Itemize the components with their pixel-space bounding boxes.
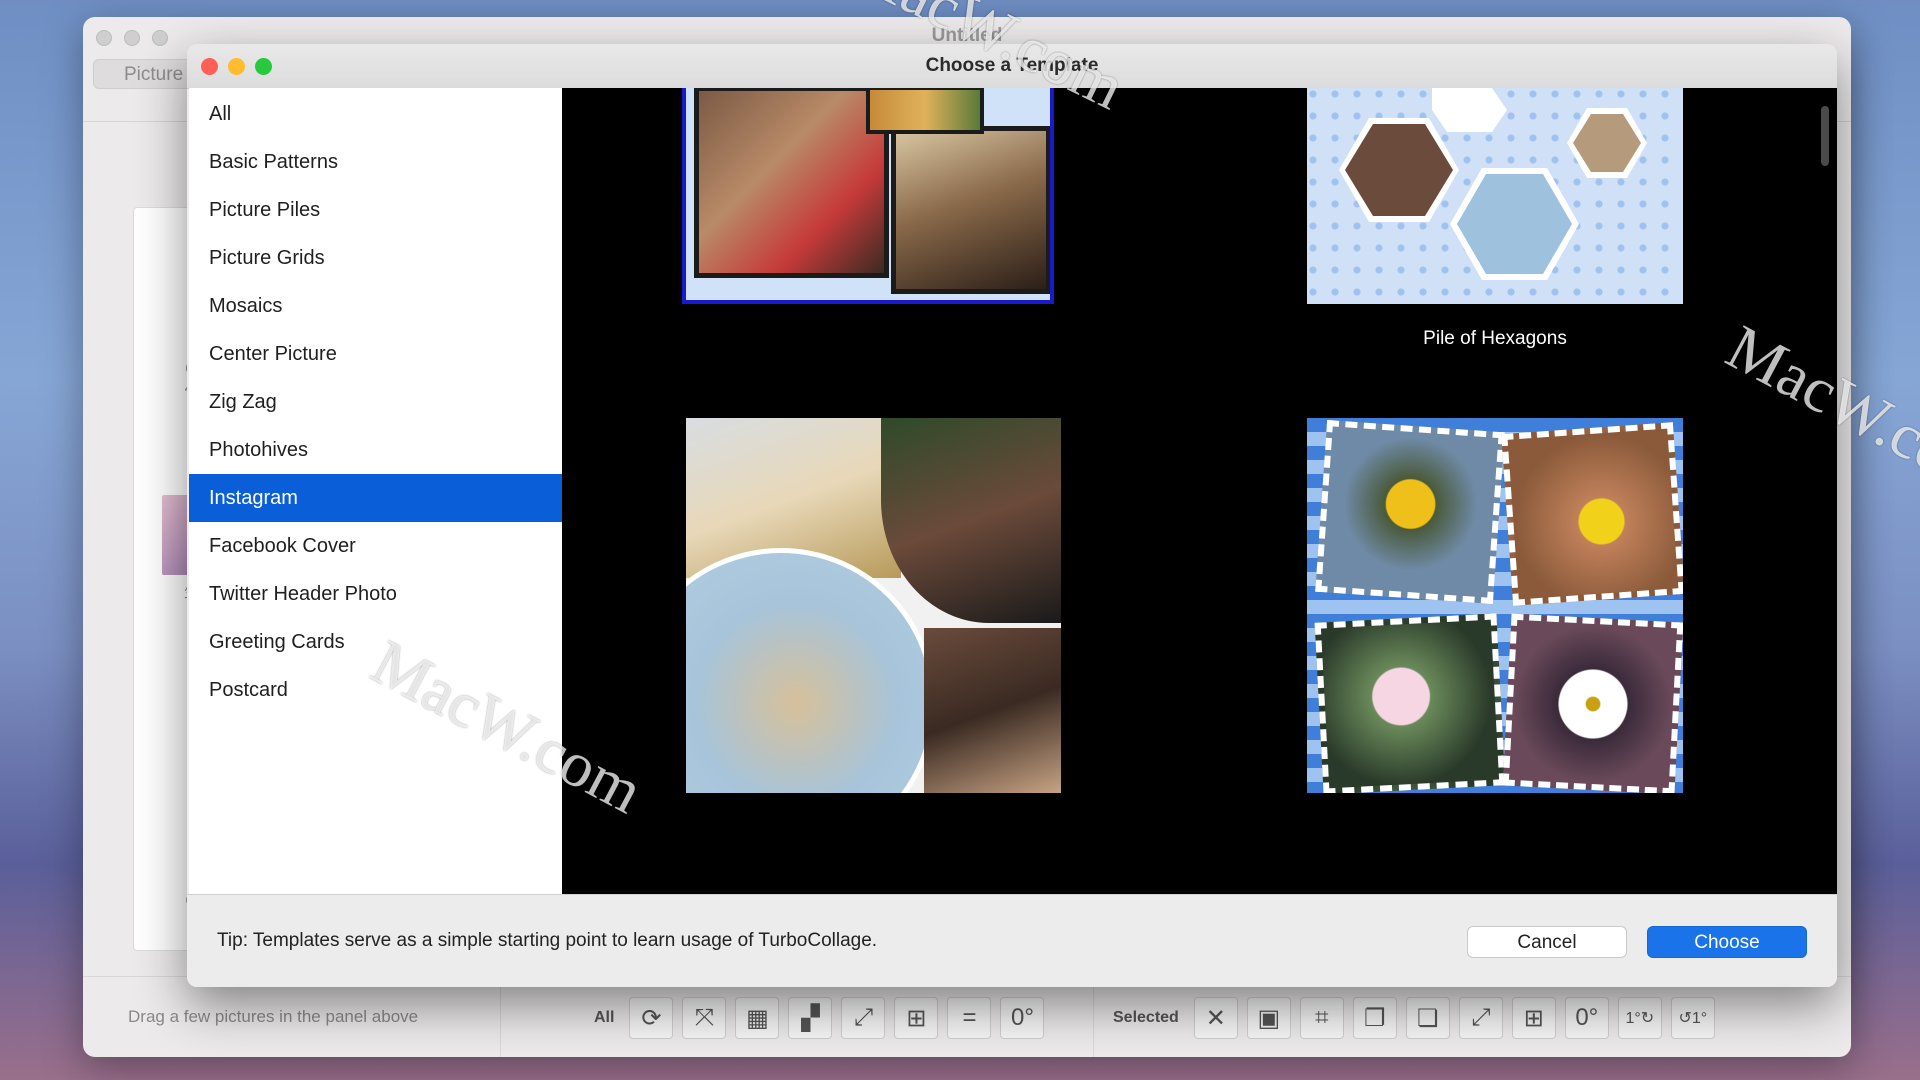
category-item[interactable]: Picture Piles: [189, 186, 562, 234]
refresh-button[interactable]: ⟳: [629, 997, 674, 1039]
category-item[interactable]: Basic Patterns: [189, 138, 562, 186]
template-photo: [881, 418, 1061, 623]
template-photo: [866, 88, 984, 134]
bottom-toolbar: Drag a few pictures in the panel above A…: [83, 976, 1851, 1057]
category-item[interactable]: Facebook Cover: [189, 522, 562, 570]
hexagon-layout: [1339, 88, 1647, 280]
template-preview-area[interactable]: Pile of Hexagons: [562, 88, 1837, 894]
divider: [1093, 977, 1094, 1057]
rotate-zero-button[interactable]: 0°: [1000, 997, 1045, 1039]
category-list[interactable]: All Basic Patterns Picture Piles Picture…: [189, 88, 563, 894]
category-item[interactable]: Photohives: [189, 426, 562, 474]
toolbar-selected-label: Selected: [1113, 1009, 1179, 1026]
choose-button[interactable]: Choose: [1647, 926, 1807, 958]
template-card[interactable]: [1307, 88, 1683, 304]
rotate-left-button[interactable]: ↺1°: [1670, 997, 1715, 1039]
category-item[interactable]: Greeting Cards: [189, 618, 562, 666]
template-photo: [891, 126, 1050, 294]
send-back-button[interactable]: ❏: [1405, 997, 1450, 1039]
template-card[interactable]: [1307, 418, 1683, 793]
divider: [500, 977, 501, 1057]
template-photo: [1315, 420, 1505, 604]
cancel-button[interactable]: Cancel: [1467, 926, 1627, 958]
category-item-selected[interactable]: Instagram: [189, 474, 562, 522]
bring-front-button[interactable]: ❐: [1352, 997, 1397, 1039]
category-item[interactable]: Picture Grids: [189, 234, 562, 282]
toolbar-all-group: All ⟳ ⤧ ▦ ▞ ⤢ ⊞ = 0°: [594, 997, 1045, 1039]
category-item[interactable]: All: [189, 90, 562, 138]
template-card-selected[interactable]: [682, 88, 1054, 304]
template-photo: [1502, 613, 1683, 793]
drag-hint: Drag a few pictures in the panel above: [128, 1007, 419, 1026]
toolbar-selected-group: Selected ✕ ▣ ⌗ ❐ ❏ ⤢ ⊞ 0° 1°↻ ↺1°: [1113, 997, 1715, 1039]
toolbar-all-label: All: [594, 1009, 615, 1026]
center-button[interactable]: ⊞: [894, 997, 939, 1039]
center-button[interactable]: ⊞: [1511, 997, 1556, 1039]
category-item[interactable]: Zig Zag: [189, 378, 562, 426]
scrollbar[interactable]: [1821, 106, 1829, 166]
category-item[interactable]: Mosaics: [189, 282, 562, 330]
tip-text: Tip: Templates serve as a simple startin…: [217, 930, 878, 951]
fit-button[interactable]: ⤧: [682, 997, 727, 1039]
rotate-right-button[interactable]: 1°↻: [1617, 997, 1662, 1039]
delete-button[interactable]: ✕: [1193, 997, 1238, 1039]
template-card[interactable]: [686, 418, 1061, 793]
template-photo: [924, 628, 1061, 793]
category-item[interactable]: Center Picture: [189, 330, 562, 378]
dialog-footer: Tip: Templates serve as a simple startin…: [187, 894, 1837, 987]
template-photo: [1501, 422, 1683, 606]
dialog-title: Choose a Template: [925, 55, 1099, 76]
expand-button[interactable]: ⤢: [841, 997, 886, 1039]
mosaic-button[interactable]: ▞: [788, 997, 833, 1039]
template-photo: [1314, 613, 1506, 793]
template-label: Pile of Hexagons: [1423, 328, 1567, 349]
rotate-zero-button[interactable]: 0°: [1564, 997, 1609, 1039]
expand-button[interactable]: ⤢: [1458, 997, 1503, 1039]
template-dialog: Choose a Template All Basic Patterns Pic…: [187, 44, 1837, 987]
image-button[interactable]: ▣: [1246, 997, 1291, 1039]
grid-button[interactable]: ▦: [735, 997, 780, 1039]
equal-button[interactable]: =: [947, 997, 992, 1039]
template-photo: [686, 548, 936, 793]
crop-button[interactable]: ⌗: [1299, 997, 1344, 1039]
template-photo: [694, 88, 889, 278]
category-item[interactable]: Postcard: [189, 666, 562, 714]
dialog-titlebar: Choose a Template: [187, 44, 1837, 89]
category-item[interactable]: Twitter Header Photo: [189, 570, 562, 618]
